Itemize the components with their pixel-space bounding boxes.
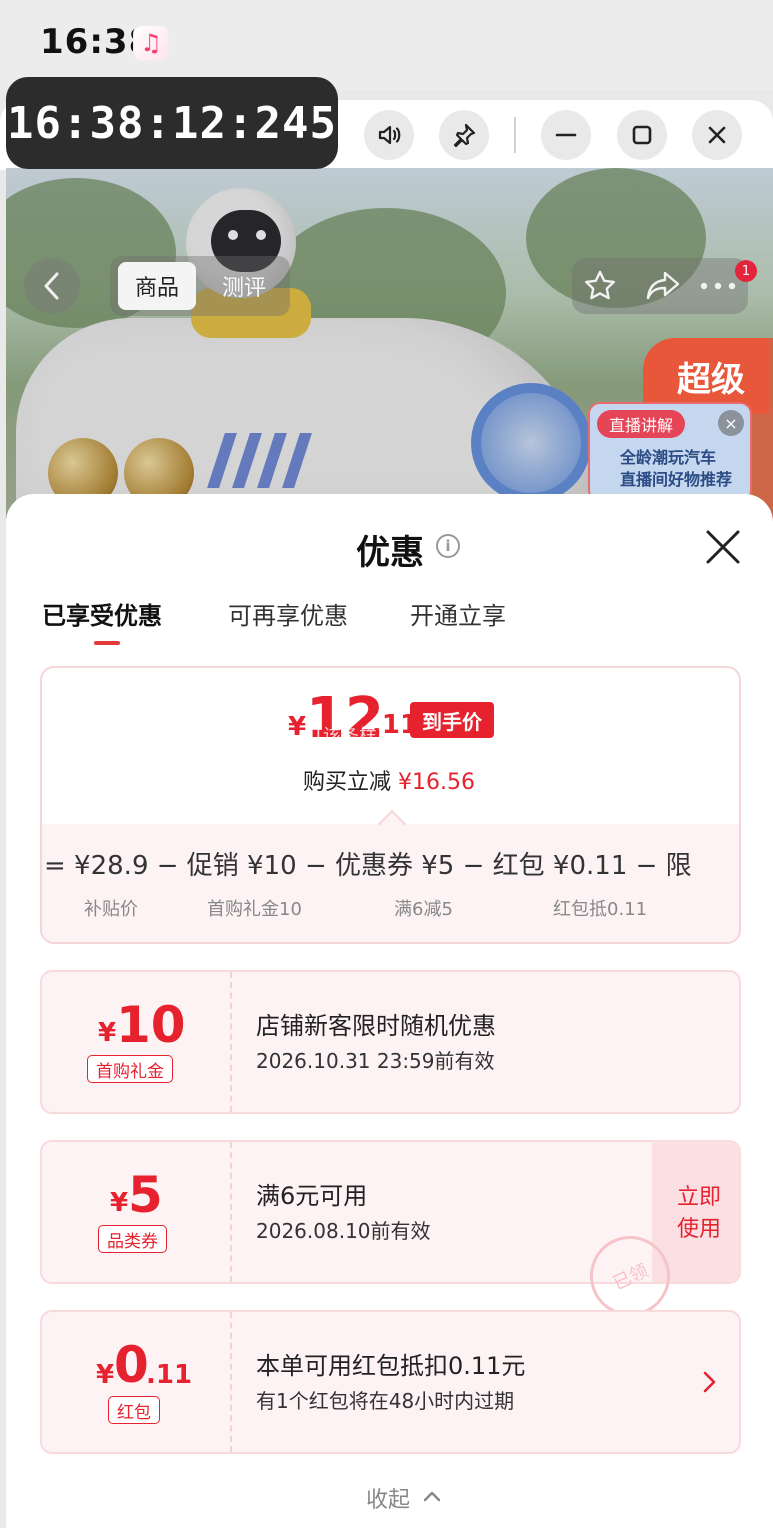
coupon-title: 店铺新客限时随机优惠: [256, 1012, 496, 1040]
minimize-icon: [555, 133, 577, 137]
reduction-amount: ¥16.56: [398, 770, 475, 795]
close-window-button[interactable]: [692, 110, 742, 160]
tab-product[interactable]: 商品: [118, 262, 196, 310]
tab-activate-discounts[interactable]: 开通立享: [410, 596, 506, 631]
price-currency: ¥: [288, 712, 307, 742]
coupon-currency: ¥: [96, 1360, 115, 1390]
live-line-2: 直播间好物推荐: [620, 470, 733, 489]
back-button[interactable]: [24, 258, 80, 314]
coupon-type-label: 品类券: [98, 1225, 167, 1253]
sheet-close-button[interactable]: [702, 526, 744, 568]
window-controls-divider: [514, 117, 516, 153]
tab-enjoyed-discounts[interactable]: 已享受优惠: [42, 596, 162, 631]
close-icon: [706, 530, 740, 564]
live-line-1: 全龄潮玩汽车: [620, 448, 717, 467]
instant-reduction: 购买立减 ¥16.56: [303, 764, 475, 796]
coupon-title: 满6元可用: [256, 1182, 368, 1210]
use-now-button[interactable]: 立即使用: [674, 1182, 724, 1246]
pin-button[interactable]: [439, 110, 489, 160]
coupon-amount: 0: [114, 1336, 149, 1394]
chevron-left-icon: [44, 272, 59, 300]
coupon-validity: 有1个红包将在48小时内过期: [256, 1389, 515, 1413]
coupon-validity: 2026.10.31 23:59前有效: [256, 1049, 495, 1073]
share-icon: [646, 271, 680, 300]
notification-badge: 1: [735, 260, 757, 282]
price-breakdown-area: [42, 824, 739, 942]
overlay-clock: 16:38:12:245: [6, 77, 338, 169]
info-icon[interactable]: i: [436, 534, 460, 558]
sheet-title: 优惠: [356, 533, 424, 573]
coupon-currency: ¥: [98, 1018, 117, 1048]
maximize-icon: [632, 125, 652, 145]
maximize-button[interactable]: [617, 110, 667, 160]
redpacket-detail-button[interactable]: [700, 1368, 720, 1396]
tab-review[interactable]: 测评: [208, 262, 280, 310]
screen: 16:38 ♫ 16:38:12:245 商品 测评 1 超级 直播讲解 × 全…: [0, 0, 773, 1528]
pin-icon: [453, 123, 476, 148]
reduction-label: 购买立减: [303, 770, 392, 795]
formula-label-subsidy: 补贴价: [84, 899, 138, 920]
coupon-currency: ¥: [110, 1188, 129, 1218]
tab-underline: [94, 641, 120, 645]
close-icon: [708, 126, 726, 144]
coupon-title: 本单可用红包抵扣0.11元: [256, 1352, 526, 1380]
share-button[interactable]: [643, 266, 683, 306]
coupon-validity: 2026.08.10前有效: [256, 1219, 431, 1243]
live-label: 直播讲解: [597, 410, 686, 438]
music-note-icon: ♫: [133, 25, 169, 61]
final-price-tag: 到手价: [410, 702, 494, 738]
minimize-button[interactable]: [541, 110, 591, 160]
star-icon: [585, 270, 615, 300]
more-icon: [700, 282, 736, 290]
price-formula: = ¥28.9 − 促销 ¥10 − 优惠券 ¥5 − 红包 ¥0.11 − 限: [44, 851, 692, 881]
live-close-button[interactable]: ×: [718, 410, 744, 436]
coupon-decimal: .11: [146, 1360, 193, 1390]
formula-label-coupon: 满6减5: [394, 899, 453, 920]
chevron-right-icon: [703, 1371, 716, 1393]
more-button[interactable]: [698, 266, 738, 306]
coupon-amount: 10: [116, 996, 186, 1054]
volume-button[interactable]: [364, 110, 414, 160]
coupon-amount: 5: [128, 1166, 163, 1224]
volume-icon: [378, 125, 401, 145]
formula-label-redpacket: 红包抵0.11: [553, 899, 648, 920]
favorite-button[interactable]: [580, 266, 620, 306]
formula-label-first-purchase: 首购礼金10: [207, 899, 302, 920]
coupon-type-label: 首购礼金: [87, 1055, 173, 1083]
collapse-button[interactable]: 收起: [366, 1482, 410, 1514]
price-watermark: [该条样]: [316, 726, 385, 747]
tab-more-discounts[interactable]: 可再享优惠: [228, 596, 348, 631]
coupon-type-label: 红包: [108, 1396, 160, 1424]
chevron-up-icon[interactable]: [423, 1488, 441, 1504]
